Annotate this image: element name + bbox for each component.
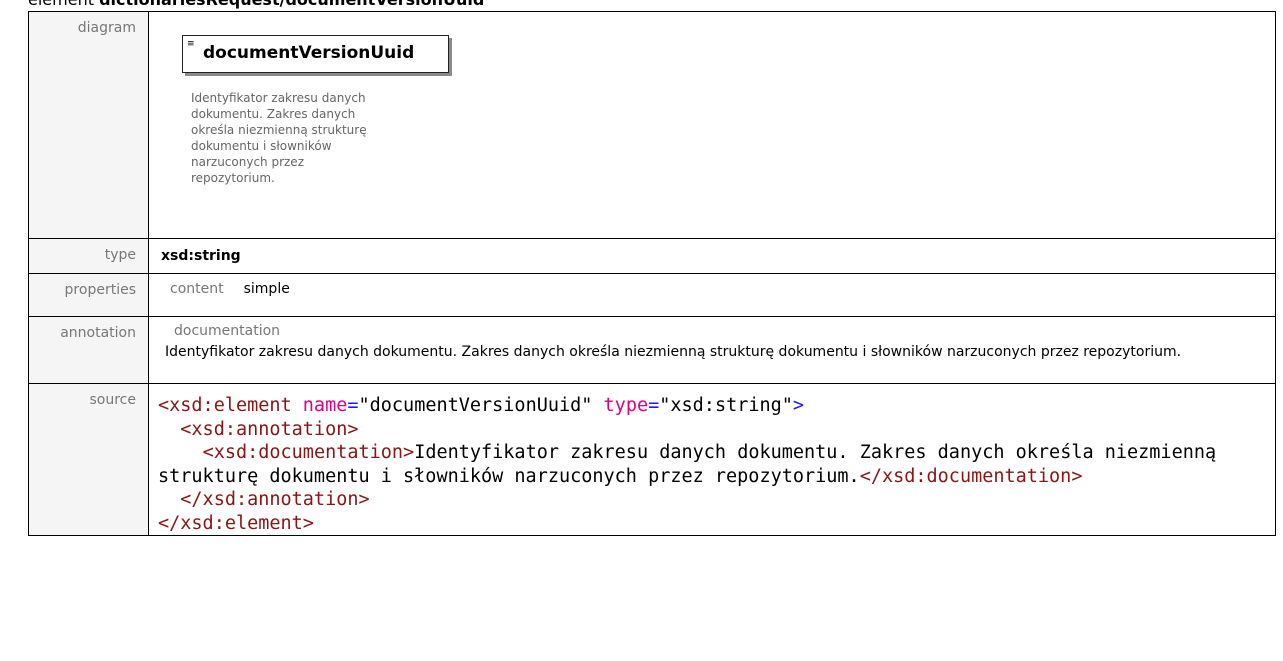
properties-key: content — [170, 281, 224, 297]
element-box[interactable]: ≡ documentVersionUuid — [182, 35, 449, 73]
annotation-cell: documentation Identyfikator zakresu dany… — [148, 316, 1276, 384]
source-code: <xsd:element name="documentVersionUuid" … — [149, 384, 1275, 535]
type-cell: xsd:string — [148, 238, 1276, 274]
source-eq2: = — [648, 395, 660, 416]
source-open-end: > — [792, 395, 805, 416]
element-name: documentVersionUuid — [203, 43, 415, 63]
annotation-label: annotation — [28, 316, 149, 384]
properties-value: simple — [243, 281, 290, 297]
source-row: source <xsd:element name="documentVersio… — [28, 383, 1276, 536]
source-open-tag: <xsd:element — [158, 395, 292, 416]
diagram-row: diagram ≡ documentVersionUuid Identyfika… — [28, 11, 1276, 239]
diagram-documentation: Identyfikator zakresu danych dokumentu. … — [191, 91, 367, 185]
source-annotation-close: </xsd:annotation> — [180, 489, 370, 510]
annotation-text: Identyfikator zakresu danych dokumentu. … — [165, 344, 1182, 360]
diagram-label: diagram — [28, 11, 149, 239]
type-label: type — [28, 238, 149, 274]
properties-label: properties — [28, 273, 149, 317]
source-attr2-name: type — [603, 395, 649, 416]
annotation-content: documentation Identyfikator zakresu dany… — [149, 317, 1275, 363]
type-value[interactable]: xsd:string — [149, 239, 1275, 264]
source-documentation-close: </xsd:documentation> — [859, 465, 1083, 487]
properties-content: content simple — [149, 274, 1275, 297]
annotation-key: documentation — [174, 323, 281, 339]
properties-cell: content simple — [148, 273, 1276, 317]
heading-path: dictionariesRequest/documentVersionUuid — [99, 0, 484, 9]
page-heading: element dictionariesRequest/documentVers… — [28, 0, 484, 10]
source-label: source — [28, 383, 149, 536]
annotation-row: annotation documentation Identyfikator z… — [28, 316, 1276, 384]
source-attr1-name: name — [302, 395, 348, 416]
heading-prefix: element — [28, 0, 94, 9]
source-attr2-value: "xsd:string" — [659, 395, 793, 416]
source-element-close: </xsd:element> — [158, 512, 314, 534]
source-eq1: = — [347, 395, 359, 416]
source-cell: <xsd:element name="documentVersionUuid" … — [148, 383, 1276, 536]
source-attr1-value: "documentVersionUuid" — [358, 395, 593, 416]
diagram-cell: ≡ documentVersionUuid Identyfikator zakr… — [148, 11, 1276, 239]
source-annotation-open: <xsd:annotation> — [180, 418, 359, 440]
source-documentation-open: <xsd:documentation> — [202, 442, 415, 463]
lines-icon: ≡ — [187, 39, 195, 49]
properties-row: properties content simple — [28, 273, 1276, 317]
type-row: type xsd:string — [28, 238, 1276, 274]
element-doc-table: diagram ≡ documentVersionUuid Identyfika… — [28, 11, 1276, 536]
